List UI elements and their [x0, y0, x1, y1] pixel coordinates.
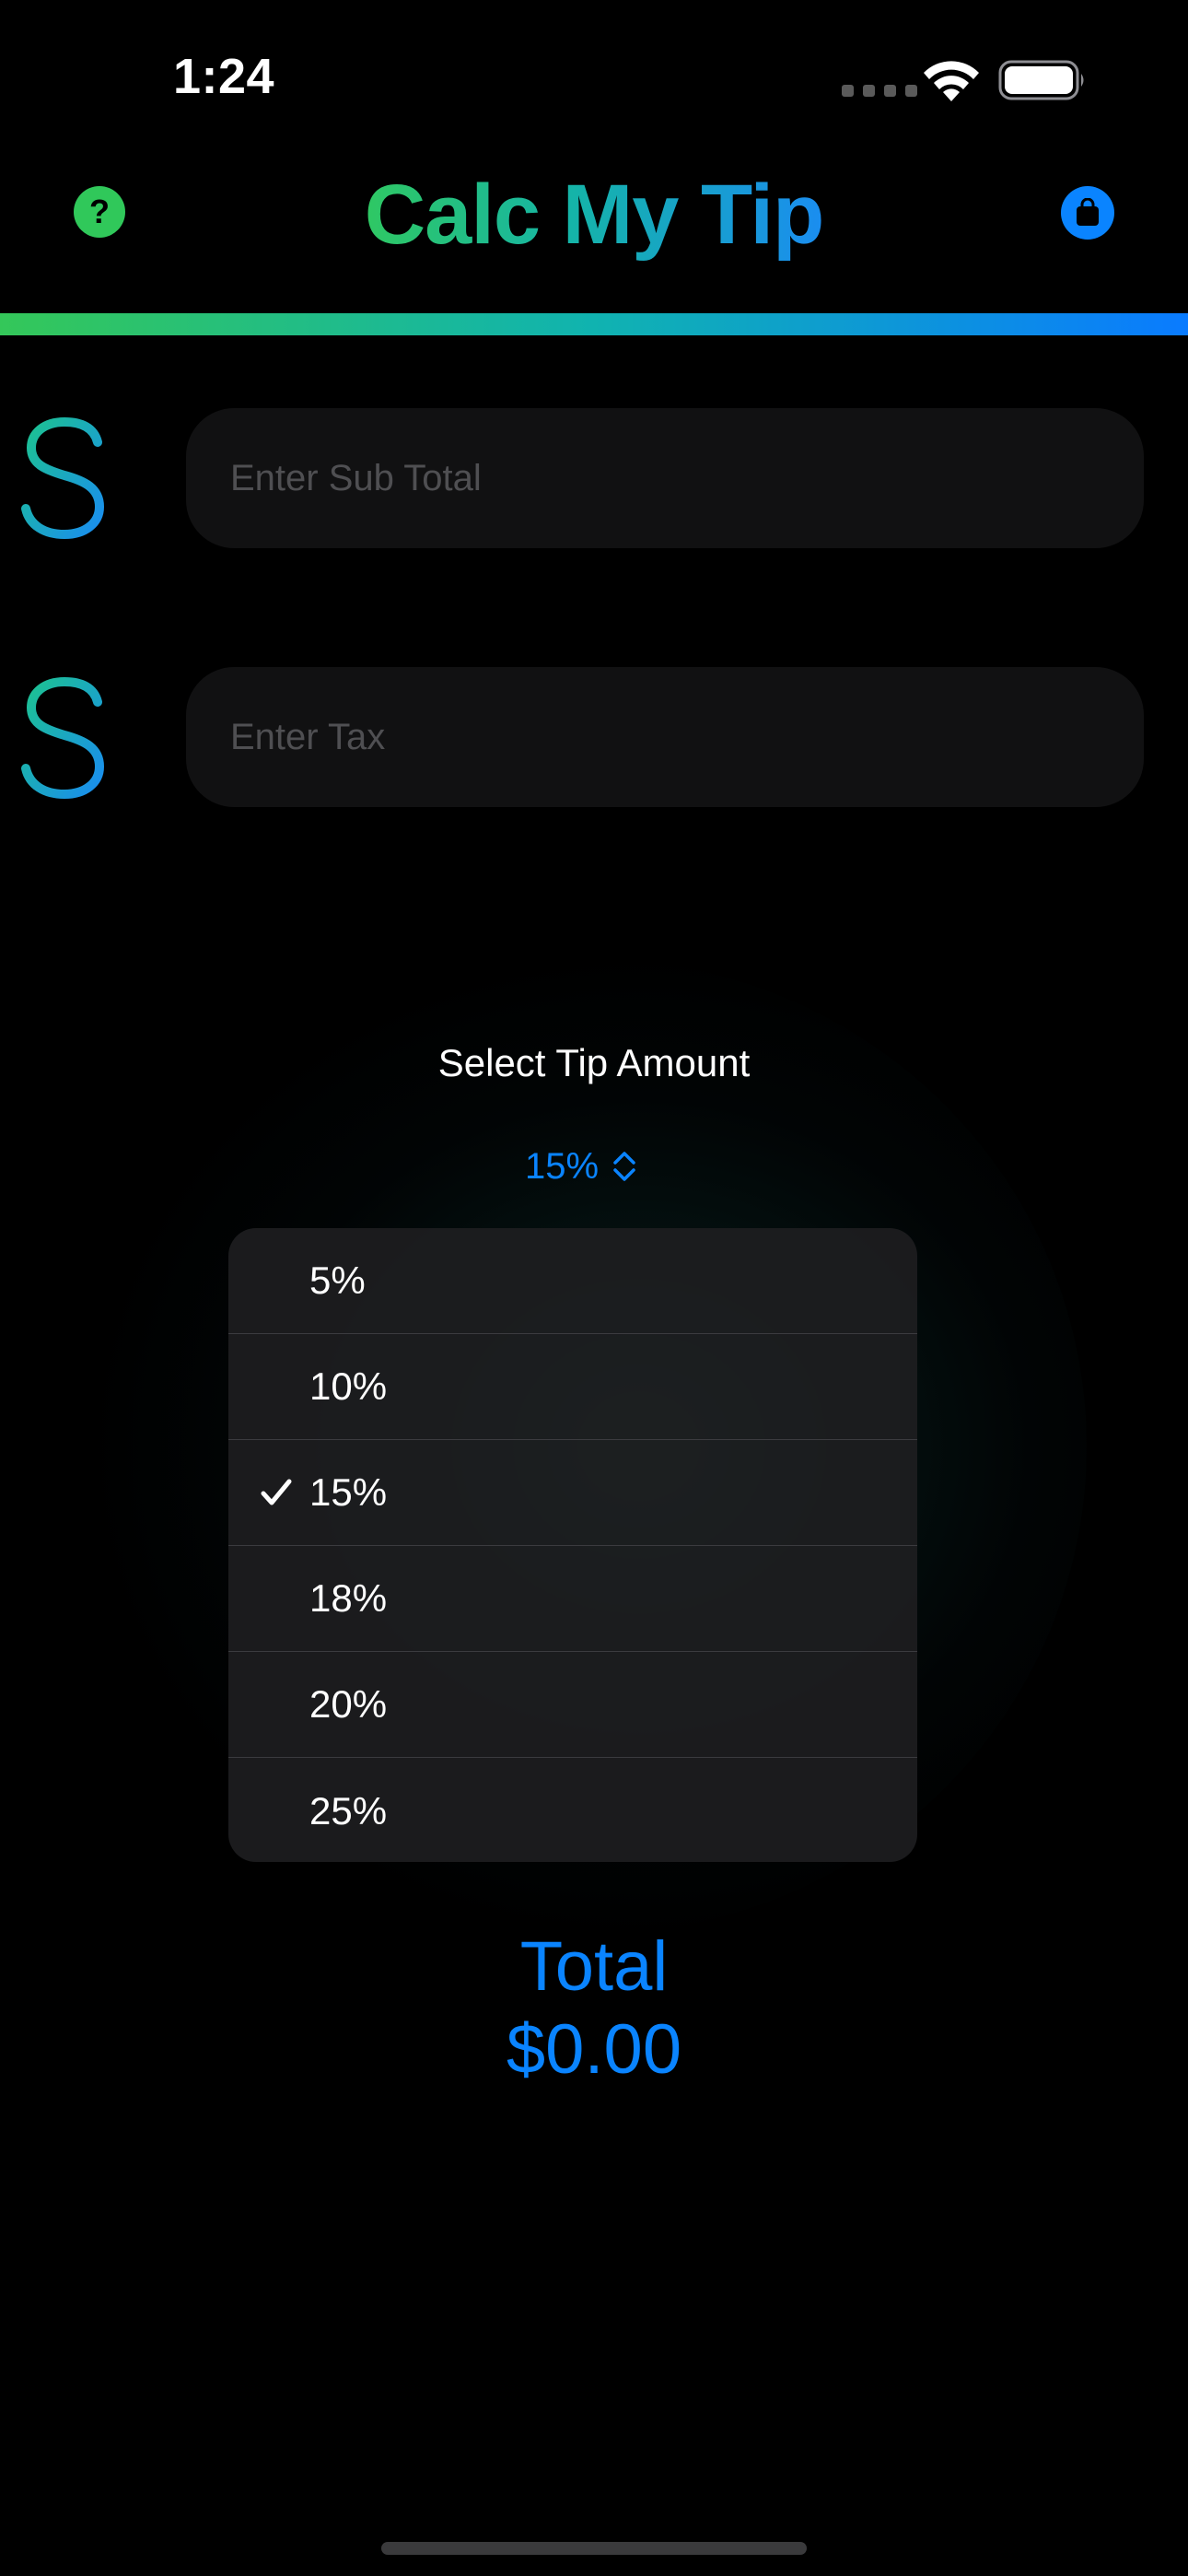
app-screen: 1:24 ? Calc My Tip Enter Sub Total Enter…	[0, 0, 1188, 2576]
home-indicator[interactable]	[381, 2542, 807, 2555]
tip-option-10[interactable]: 10%	[228, 1334, 917, 1440]
status-time: 1:24	[173, 49, 275, 104]
tip-option-label: 25%	[309, 1788, 388, 1832]
tip-option-5[interactable]: 5%	[228, 1228, 917, 1334]
subtotal-input[interactable]	[186, 408, 1144, 548]
tip-option-18[interactable]: 18%	[228, 1546, 917, 1652]
shopping-bag-icon	[1077, 198, 1099, 226]
header-gradient-divider	[0, 313, 1188, 335]
tip-option-label: 5%	[309, 1259, 366, 1302]
tip-select-label: Select Tip Amount	[437, 1041, 751, 1084]
dollar-sign-icon	[21, 661, 105, 815]
tip-options-menu: 5% 10% 15% 18% 20% 25%	[228, 1228, 917, 1862]
tip-option-20[interactable]: 20%	[228, 1652, 917, 1758]
tip-selected-value: 15%	[525, 1145, 600, 1187]
tip-option-label: 10%	[309, 1364, 388, 1408]
tip-option-label: 15%	[309, 1470, 388, 1514]
dollar-sign-icon	[21, 401, 105, 556]
tip-option-25[interactable]: 25%	[228, 1758, 917, 1862]
cellular-signal-icon	[842, 85, 917, 97]
chevron-up-down-icon	[613, 1152, 635, 1181]
total-value: $0.00	[506, 2010, 682, 2089]
battery-icon	[998, 60, 1084, 100]
tip-picker-button[interactable]: 15%	[525, 1141, 637, 1192]
tip-option-15[interactable]: 15%	[228, 1440, 917, 1546]
tip-option-label: 20%	[309, 1682, 388, 1726]
tax-input[interactable]	[186, 667, 1144, 807]
page-title: Calc My Tip	[364, 168, 825, 262]
total-label: Total	[519, 1927, 669, 2006]
wifi-icon	[924, 61, 979, 101]
tip-option-label: 18%	[309, 1576, 388, 1620]
checkmark-icon	[261, 1479, 292, 1505]
store-button[interactable]	[1061, 186, 1114, 240]
